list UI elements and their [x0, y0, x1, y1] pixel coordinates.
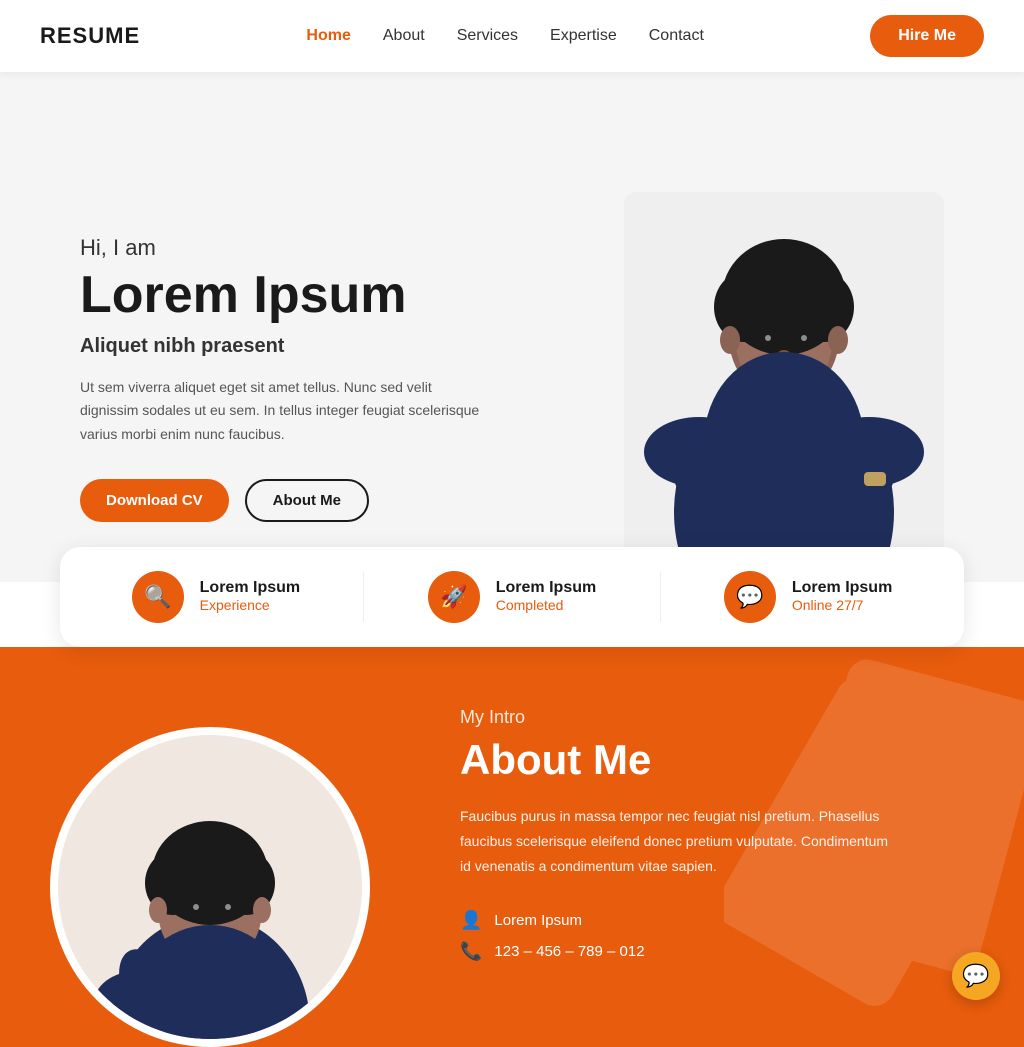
nav-item-home[interactable]: Home — [306, 27, 350, 45]
hero-subtitle: Aliquet nibh praesent — [80, 335, 480, 358]
hero-name: Lorem Ipsum — [80, 267, 480, 324]
stat-title-3: Lorem Ipsum — [792, 579, 892, 597]
stat-icon-1: 🔍 — [132, 571, 184, 623]
brand-logo: RESUME — [40, 23, 140, 49]
about-circle-frame — [50, 727, 370, 1047]
about-intro-label: My Intro — [460, 707, 964, 728]
nav-link-services[interactable]: Services — [457, 27, 518, 44]
hero-person-illustration — [624, 142, 944, 582]
hero-image — [604, 132, 964, 582]
stat-divider-2 — [660, 572, 661, 622]
stat-subtitle-3: Online 27/7 — [792, 597, 864, 613]
nav-item-about[interactable]: About — [383, 27, 425, 45]
about-me-button[interactable]: About Me — [245, 479, 369, 522]
contact-name: Lorem Ipsum — [494, 912, 582, 929]
stat-text-3: Lorem Ipsum Online 27/7 — [792, 579, 892, 615]
navbar: RESUME Home About Services Expertise Con… — [0, 0, 1024, 72]
nav-link-about[interactable]: About — [383, 27, 425, 44]
stat-divider-1 — [363, 572, 364, 622]
about-image-column — [0, 647, 420, 1047]
nav-link-home[interactable]: Home — [306, 27, 350, 44]
chat-icon: 💬 — [962, 963, 989, 989]
stat-item-3: 💬 Lorem Ipsum Online 27/7 — [724, 571, 892, 623]
stat-item-1: 🔍 Lorem Ipsum Experience — [132, 571, 300, 623]
about-contact: 👤 Lorem Ipsum 📞 123 – 456 – 789 – 012 — [460, 910, 964, 962]
hire-me-button[interactable]: Hire Me — [870, 15, 984, 57]
hero-section: Hi, I am Lorem Ipsum Aliquet nibh praese… — [0, 72, 1024, 582]
stats-bar: 🔍 Lorem Ipsum Experience 🚀 Lorem Ipsum C… — [60, 547, 964, 647]
nav-link-expertise[interactable]: Expertise — [550, 27, 617, 44]
about-content: My Intro About Me Faucibus purus in mass… — [420, 647, 1024, 1047]
person-icon: 👤 — [460, 910, 482, 931]
hero-text-block: Hi, I am Lorem Ipsum Aliquet nibh praese… — [80, 235, 480, 582]
stat-subtitle-1: Experience — [200, 597, 270, 613]
about-description: Faucibus purus in massa tempor nec feugi… — [460, 804, 900, 880]
stat-icon-3: 💬 — [724, 571, 776, 623]
stat-title-1: Lorem Ipsum — [200, 579, 300, 597]
nav-item-services[interactable]: Services — [457, 27, 518, 45]
about-title: About Me — [460, 736, 964, 784]
phone-icon: 📞 — [460, 941, 482, 962]
hero-buttons: Download CV About Me — [80, 479, 480, 522]
stat-icon-2: 🚀 — [428, 571, 480, 623]
stat-text-1: Lorem Ipsum Experience — [200, 579, 300, 615]
stat-item-2: 🚀 Lorem Ipsum Completed — [428, 571, 596, 623]
nav-item-expertise[interactable]: Expertise — [550, 27, 617, 45]
nav-item-contact[interactable]: Contact — [649, 27, 704, 45]
chat-bubble-button[interactable]: 💬 — [952, 952, 1000, 1000]
contact-row-phone: 📞 123 – 456 – 789 – 012 — [460, 941, 964, 962]
about-person-illustration — [58, 735, 362, 1039]
stat-subtitle-2: Completed — [496, 597, 564, 613]
about-section: My Intro About Me Faucibus purus in mass… — [0, 647, 1024, 1047]
stat-text-2: Lorem Ipsum Completed — [496, 579, 596, 615]
contact-row-name: 👤 Lorem Ipsum — [460, 910, 964, 931]
nav-links: Home About Services Expertise Contact — [306, 27, 703, 45]
hero-description: Ut sem viverra aliquet eget sit amet tel… — [80, 376, 480, 447]
contact-phone: 123 – 456 – 789 – 012 — [494, 943, 644, 960]
hero-greeting: Hi, I am — [80, 235, 480, 261]
download-cv-button[interactable]: Download CV — [80, 479, 229, 522]
stat-title-2: Lorem Ipsum — [496, 579, 596, 597]
nav-link-contact[interactable]: Contact — [649, 27, 704, 44]
